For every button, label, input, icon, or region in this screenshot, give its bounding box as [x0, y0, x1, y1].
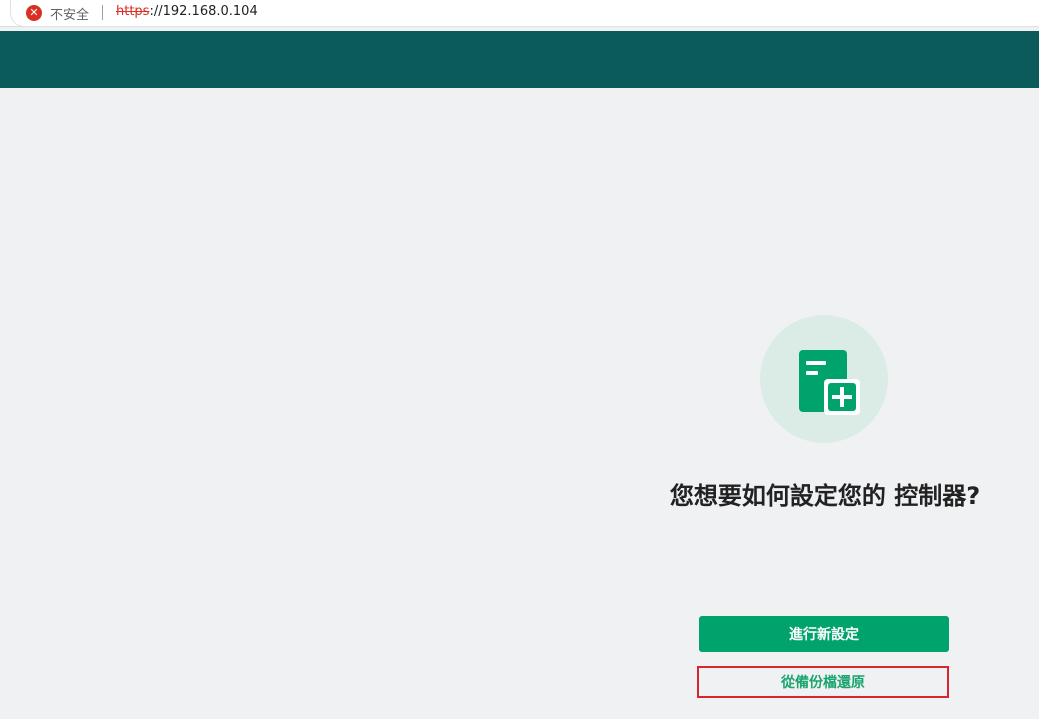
not-secure-icon[interactable]: ✕ — [26, 5, 42, 21]
url-host: ://192.168.0.104 — [149, 4, 258, 19]
setup-question-heading: 您想要如何設定您的 控制器? — [669, 482, 981, 510]
omnibox-divider — [102, 5, 103, 20]
setup-illustration — [760, 315, 888, 443]
browser-address-bar: ✕ 不安全 https://192.168.0.104 — [0, 0, 1039, 27]
new-setup-button[interactable]: 進行新設定 — [699, 616, 949, 652]
restore-from-backup-button[interactable]: 從備份檔還原 — [697, 666, 949, 698]
url-text[interactable]: https://192.168.0.104 — [116, 4, 258, 19]
app-header-bar — [0, 31, 1039, 88]
url-scheme: https — [116, 4, 150, 19]
security-label[interactable]: 不安全 — [50, 4, 89, 23]
document-add-icon — [799, 350, 860, 415]
